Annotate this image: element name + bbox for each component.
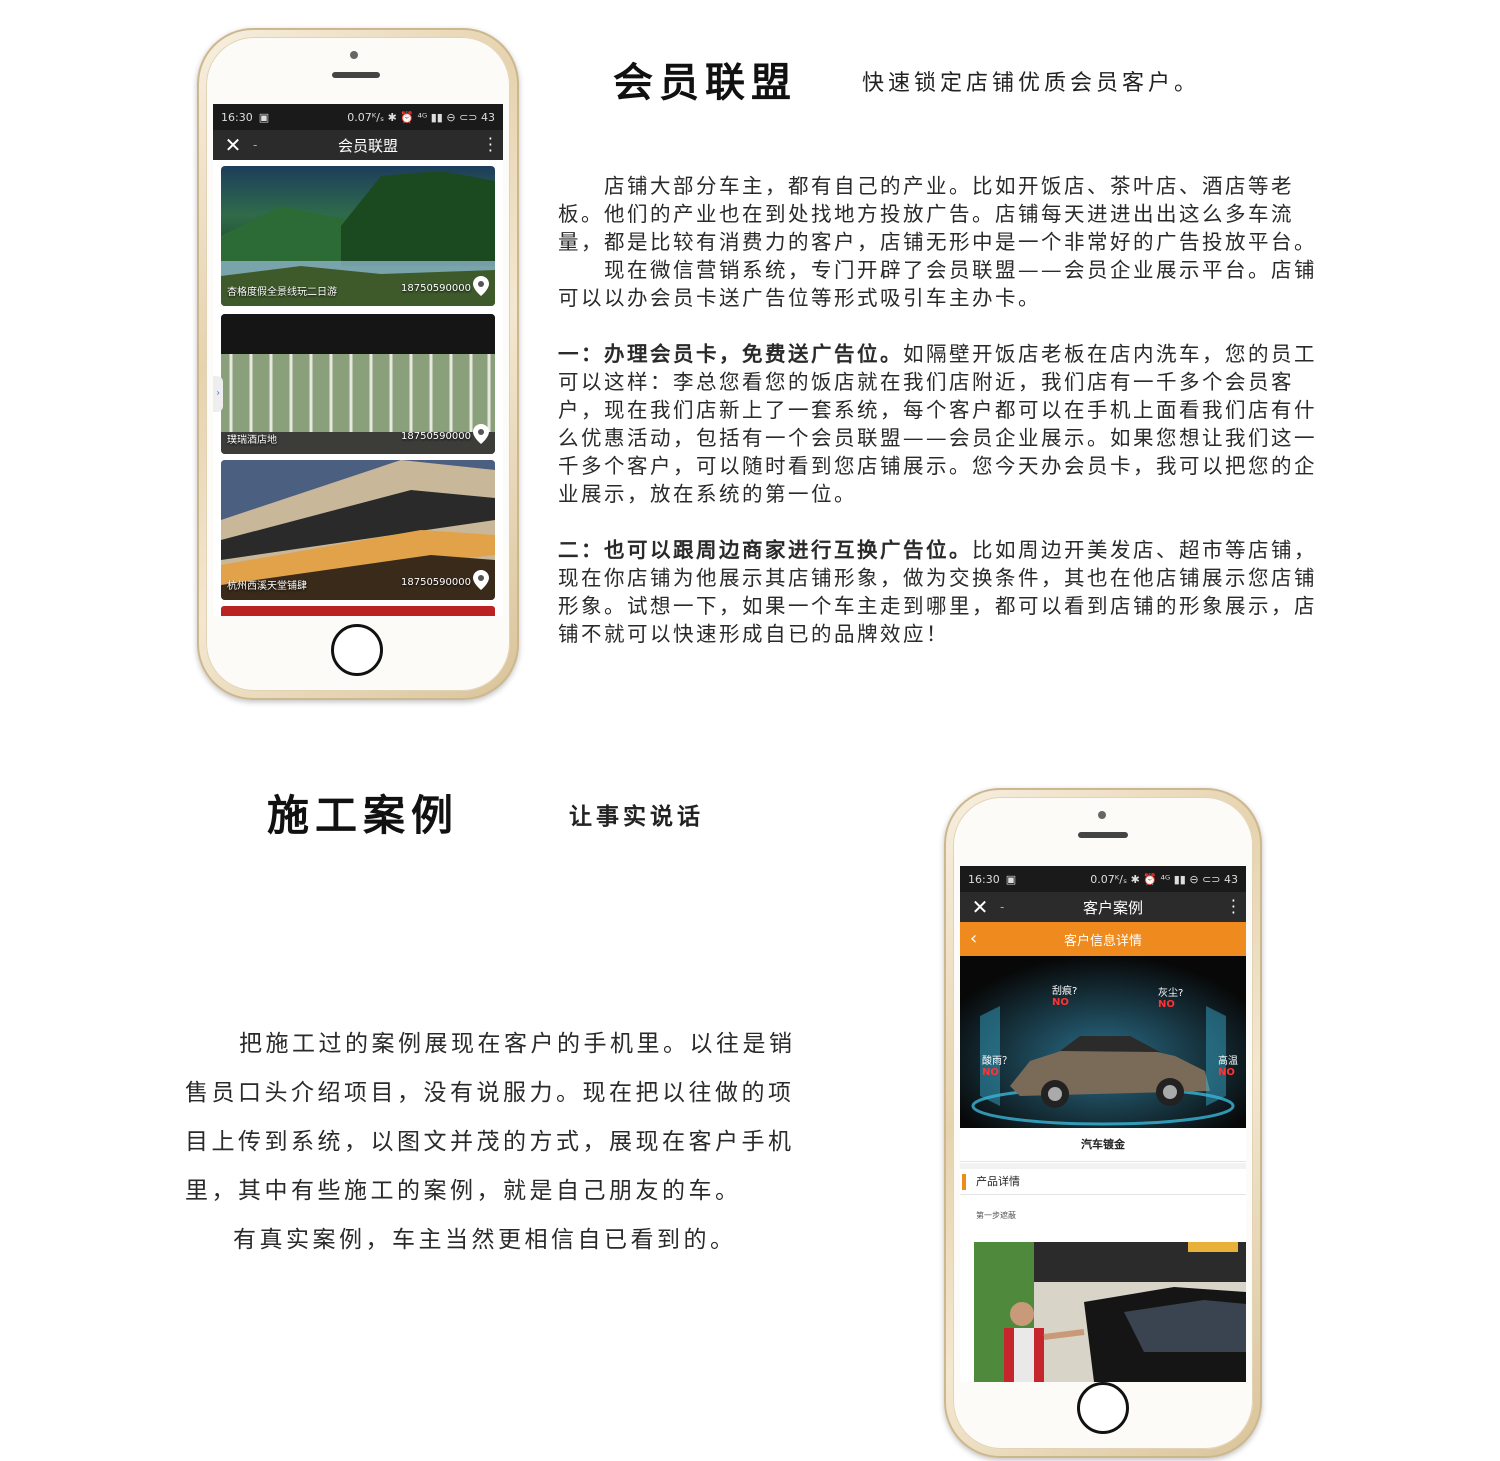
- next-card-peek: [221, 606, 495, 616]
- card-phone: 18750590000: [401, 431, 471, 442]
- nav-title: 会员联盟: [337, 136, 398, 155]
- phone-screen: 16:30 ▣ 0.07ᴷ/ₛ ✱ ⏰ ⁴ᴳ ▮▮ ⊖ ⊂⊃ 43 ✕ - 客户…: [960, 866, 1246, 1382]
- phone-mockup-cases: 16:30 ▣ 0.07ᴷ/ₛ ✱ ⏰ ⁴ᴳ ▮▮ ⊖ ⊂⊃ 43 ✕ - 客户…: [944, 788, 1262, 1458]
- app-navbar: ✕ - 客户案例 · · ·: [960, 892, 1246, 922]
- tag-dust: 灰尘? NO: [1158, 988, 1184, 1010]
- paragraph: 现在微信营销系统，专门开辟了会员联盟——会员企业展示平台。店铺可以以办会员卡送广…: [558, 258, 1317, 310]
- step-photo: [974, 1242, 1246, 1382]
- more-menu-icon[interactable]: · · ·: [1231, 893, 1236, 921]
- nav-title: 客户案例: [1082, 898, 1143, 917]
- close-icon[interactable]: ✕: [960, 895, 1000, 919]
- paragraph: 有真实案例，车主当然更相信自已看到的。: [233, 1227, 737, 1253]
- status-indicators: 0.07ᴷ/ₛ ✱ ⏰ ⁴ᴳ ▮▮ ⊖ ⊂⊃ 43: [1090, 872, 1238, 886]
- status-time: 16:30: [968, 872, 1000, 886]
- car-image: [960, 956, 1246, 1128]
- card-phone: 18750590000: [401, 577, 471, 588]
- phone-screen: 16:30 ▣ 0.07ᴷ/ₛ ✱ ⏰ ⁴ᴳ ▮▮ ⊖ ⊂⊃ 43 ✕ - 会员…: [213, 104, 503, 616]
- list-item-heading: 二：也可以跟周边商家进行互换广告位。: [558, 538, 972, 562]
- list-item-heading: 一：办理会员卡，免费送广告位。: [558, 342, 903, 366]
- close-icon[interactable]: ✕: [213, 133, 253, 157]
- card-name: 杏格度假全景线玩二日游: [227, 287, 337, 298]
- label-accent: [962, 1174, 966, 1190]
- section1-body: 店铺大部分车主，都有自己的产业。比如开饭店、茶叶店、酒店等老板。他们的产业也在到…: [558, 172, 1326, 648]
- app-navbar: ✕ - 会员联盟 · · ·: [213, 130, 503, 160]
- side-drawer-tab[interactable]: ›: [213, 376, 223, 412]
- section2-body: 把施工过的案例展现在客户的手机里。以往是销售员口头介绍项目，没有说服力。现在把以…: [185, 1020, 805, 1265]
- member-card[interactable]: 杏格度假全景线玩二日游 18750590000: [221, 166, 495, 306]
- status-time: 16:30: [221, 110, 253, 124]
- status-indicators: 0.07ᴷ/ₛ ✱ ⏰ ⁴ᴳ ▮▮ ⊖ ⊂⊃ 43: [347, 110, 495, 124]
- section2-subtitle: 让事实说话: [569, 803, 704, 830]
- detail-header-title: 客户信息详情: [1063, 933, 1142, 949]
- card-phone: 18750590000: [401, 283, 471, 294]
- card-name: 璞瑞酒店地: [227, 435, 277, 446]
- section2-title: 施工案例: [267, 791, 460, 840]
- product-detail-label: 产品详情: [960, 1169, 1246, 1195]
- tag-heat: 高温 NO: [1218, 1056, 1238, 1078]
- card-name: 杭州西溪天堂铺肆: [227, 581, 307, 592]
- list-item-text: 如隔壁开饭店老板在店内洗车，您的员工可以这样：李总您看您的饭店就在我们店附近，我…: [558, 342, 1317, 506]
- detail-header: ‹ 客户信息详情: [960, 922, 1246, 956]
- section1-subtitle: 快速锁定店铺优质会员客户。: [862, 71, 1201, 96]
- front-camera: [1098, 811, 1106, 819]
- status-bar: 16:30 ▣ 0.07ᴷ/ₛ ✱ ⏰ ⁴ᴳ ▮▮ ⊖ ⊂⊃ 43: [213, 104, 503, 130]
- image-icon: ▣: [1005, 872, 1017, 886]
- earpiece-speaker: [1078, 832, 1128, 838]
- location-pin-icon[interactable]: [473, 424, 489, 444]
- home-button[interactable]: [331, 624, 383, 676]
- list-item: 一：办理会员卡，免费送广告位。如隔壁开饭店老板在店内洗车，您的员工可以这样：李总…: [558, 340, 1326, 508]
- product-banner: 刮痕? NO 灰尘? NO 酸雨？ NO 高温 NO: [960, 956, 1246, 1128]
- front-camera: [350, 51, 358, 59]
- tag-scratch: 刮痕? NO: [1052, 986, 1078, 1008]
- more-menu-icon[interactable]: · · ·: [488, 131, 493, 159]
- paragraph: 把施工过的案例展现在客户的手机里。以往是销售员口头介绍项目，没有说服力。现在把以…: [185, 1031, 796, 1204]
- earpiece-speaker: [332, 72, 380, 78]
- separator: -: [253, 138, 258, 152]
- list-item: 二：也可以跟周边商家进行互换广告位。比如周边开美发店、超市等店铺，现在你店铺为他…: [558, 536, 1326, 648]
- worker-photo: [974, 1242, 1246, 1382]
- paragraph: 店铺大部分车主，都有自己的产业。比如开饭店、茶叶店、酒店等老板。他们的产业也在到…: [558, 174, 1317, 254]
- tag-acid-rain: 酸雨？ NO: [982, 1056, 1012, 1078]
- product-title: 汽车镀金: [960, 1128, 1246, 1162]
- section1-title: 会员联盟: [613, 59, 797, 106]
- separator: -: [1000, 900, 1005, 914]
- home-button[interactable]: [1077, 1382, 1129, 1434]
- image-icon: ▣: [258, 110, 270, 124]
- location-pin-icon[interactable]: [473, 276, 489, 296]
- phone-mockup-member: 16:30 ▣ 0.07ᴷ/ₛ ✱ ⏰ ⁴ᴳ ▮▮ ⊖ ⊂⊃ 43 ✕ - 会员…: [197, 28, 519, 700]
- step-label: 第一步遮蔽: [976, 1211, 1016, 1220]
- status-bar: 16:30 ▣ 0.07ᴷ/ₛ ✱ ⏰ ⁴ᴳ ▮▮ ⊖ ⊂⊃ 43: [960, 866, 1246, 892]
- location-pin-icon[interactable]: [473, 570, 489, 590]
- back-chevron-icon[interactable]: ‹: [970, 928, 977, 949]
- member-card[interactable]: 璞瑞酒店地 18750590000: [221, 314, 495, 454]
- member-card[interactable]: 杭州西溪天堂铺肆 18750590000: [221, 460, 495, 600]
